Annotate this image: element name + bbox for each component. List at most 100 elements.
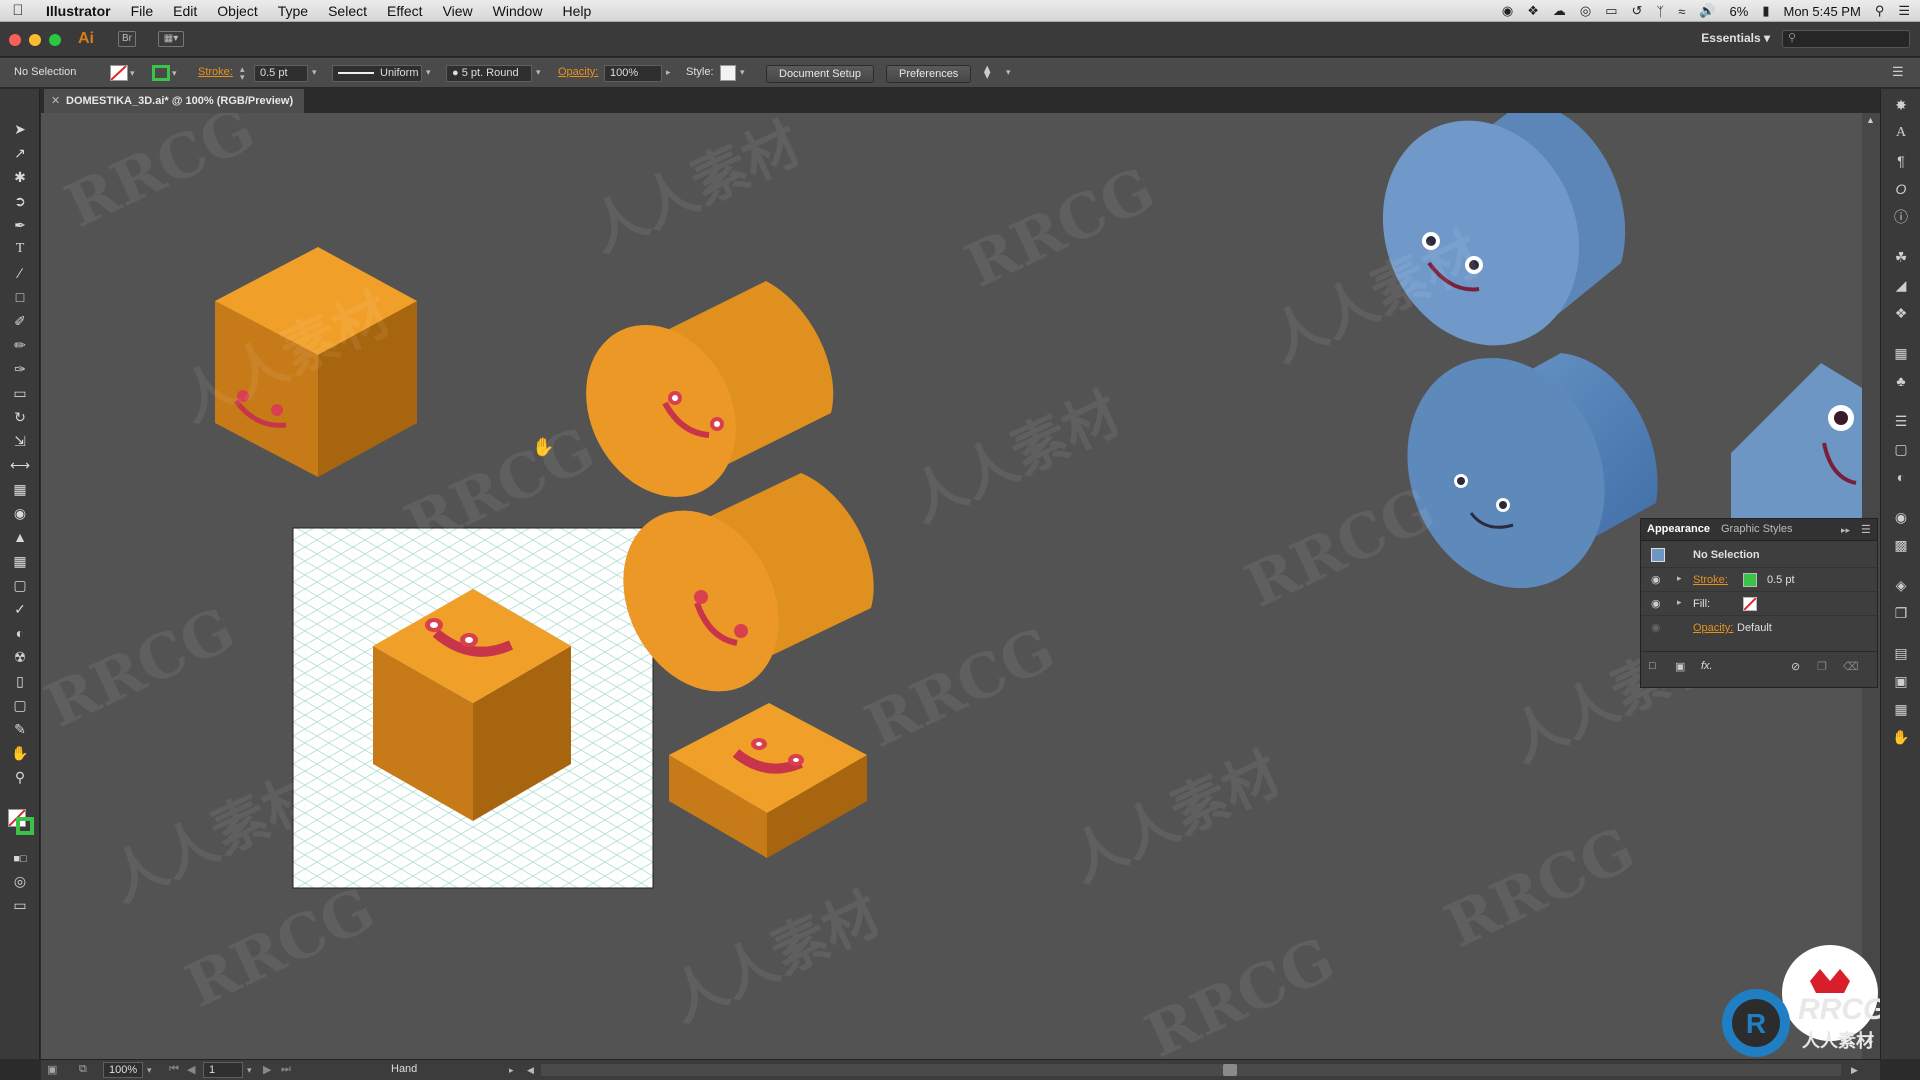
transform-panel-icon[interactable]: ▣ [1891,671,1911,691]
screen-mode-icon[interactable]: ▭ [10,895,30,915]
artwork[interactable]: ✋ [41,113,1862,1059]
menu-effect[interactable]: Effect [377,3,433,19]
stroke-color-swatch[interactable] [1743,573,1757,587]
expand-arrow-icon[interactable]: ▸ [1677,597,1682,608]
stroke-swatch[interactable] [152,65,170,81]
column-graph-tool-icon[interactable]: ▯ [10,671,30,691]
clock[interactable]: Mon 5:45 PM [1783,4,1860,19]
type-tool-icon[interactable]: T [10,239,30,259]
opacity-attribute-label[interactable]: Opacity: [1693,622,1733,634]
lasso-tool-icon[interactable]: ➲ [10,191,30,211]
close-window-button[interactable] [9,34,21,46]
mesh-tool-icon[interactable]: ▦ [10,551,30,571]
slice-tool-icon[interactable]: ✎ [10,719,30,739]
align-panel-icon[interactable]: ▩ [1891,535,1911,555]
appearance-fill-row[interactable]: ◉ ▸ Fill: [1641,591,1877,615]
menu-type[interactable]: Type [268,3,318,19]
brushes-panel-icon[interactable]: ☘ [1891,247,1911,267]
panel-menu-icon[interactable]: ☰ [1861,523,1871,536]
zoom-level-field[interactable]: 100% [103,1062,143,1078]
stroke-stepper-icon[interactable]: ▴ ▾ [240,65,245,82]
blend-tool-icon[interactable]: ◐ [10,623,30,643]
gradient-panel-icon[interactable]: ▢ [1891,439,1911,459]
stroke-dropdown-icon[interactable]: ▾ [172,68,177,79]
cloud-icon[interactable]: ☁ [1553,3,1566,19]
paragraph-panel-icon[interactable]: ¶ [1891,151,1911,171]
selection-tool-icon[interactable]: ➤ [10,119,30,139]
menu-app-name[interactable]: Illustrator [36,3,121,19]
collapse-panel-icon[interactable]: ▸▸ [1841,525,1850,536]
stroke-weight-dropdown-icon[interactable]: ▾ [312,67,317,78]
zoom-tool-icon[interactable]: ⚲ [10,767,30,787]
appearance-panel-icon[interactable]: ◉ [1891,507,1911,527]
menu-help[interactable]: Help [552,3,601,19]
add-new-stroke-icon[interactable]: □ [1649,660,1656,672]
appearance-stroke-row[interactable]: ◉ ▸ Stroke: 0.5 pt [1641,567,1877,591]
visibility-eye-icon[interactable]: ◉ [1651,621,1661,634]
scroll-right-icon[interactable]: ▶ [1851,1065,1858,1076]
shape-builder-tool-icon[interactable]: ◉ [10,503,30,523]
arrange-icon[interactable]: ⧫ [984,64,990,80]
battery-icon[interactable]: ▮ [1762,3,1769,19]
brush-definition-select[interactable]: ● 5 pt. Round [446,65,532,82]
eyedropper-tool-icon[interactable]: ✓ [10,599,30,619]
pencil-tool-icon[interactable]: ✏ [10,335,30,355]
graphic-styles-panel-icon[interactable]: ❖ [1891,303,1911,323]
tab-appearance[interactable]: Appearance [1647,523,1710,535]
zoom-window-button[interactable] [49,34,61,46]
time-machine-icon[interactable]: ↺ [1631,3,1642,19]
scroll-up-icon[interactable]: ▲ [1866,115,1875,125]
horizontal-scroll-thumb[interactable] [1223,1064,1237,1076]
apple-menu-icon[interactable]:  [0,2,36,19]
variable-width-profile-select[interactable]: Uniform [332,65,422,82]
fill-color-swatch[interactable] [1743,597,1757,611]
stroke-label[interactable]: Stroke: [198,66,233,78]
brush-dropdown-icon[interactable]: ▾ [536,67,541,78]
dropbox-icon[interactable]: ❖ [1527,3,1539,19]
gradient-tool-icon[interactable]: ▢ [10,575,30,595]
swatches-panel-icon[interactable]: ▦ [1891,343,1911,363]
menu-object[interactable]: Object [207,3,267,19]
first-artboard-icon[interactable]: ⏮ [169,1063,179,1076]
drawing-mode-icon[interactable]: ◎ [10,871,30,891]
opacity-field[interactable]: 100% [604,65,662,82]
artboard-canvas[interactable]: ✋ RRCG 人人素材 RRCG 人人素材 人人素材 RRCG 人人素材 RRC… [41,113,1862,1059]
character-panel-icon[interactable]: A [1891,123,1911,143]
links-panel-icon[interactable]: ▦ [1891,699,1911,719]
width-tool-icon[interactable]: ⟷ [10,455,30,475]
creative-cloud-icon[interactable]: ◎ [1580,3,1591,19]
visibility-eye-icon[interactable]: ◉ [1651,597,1661,610]
graphic-style-swatch[interactable] [720,65,736,81]
hand-tool-icon[interactable]: ✋ [10,743,30,763]
stroke-panel-icon[interactable]: ☰ [1891,411,1911,431]
touch-type-panel-icon[interactable]: ✋ [1891,727,1911,747]
rotate-tool-icon[interactable]: ↻ [10,407,30,427]
opentype-panel-icon[interactable]: O [1891,179,1911,199]
free-transform-tool-icon[interactable]: ▦ [10,479,30,499]
stroke-weight-field[interactable]: 0.5 pt [254,65,308,82]
perspective-grid-tool-icon[interactable]: ▲ [10,527,30,547]
symbol-sprayer-tool-icon[interactable]: ☢ [10,647,30,667]
paintbrush-tool-icon[interactable]: ✐ [10,311,30,331]
orange-slab[interactable] [669,703,867,858]
control-panel-menu-icon[interactable]: ☰ [1892,64,1904,80]
notification-center-icon[interactable]: ☰ [1898,3,1910,19]
artboard-number-field[interactable]: 1 [203,1062,243,1078]
workspace-switcher[interactable]: Essentials ▾ [1701,31,1770,45]
layers-panel-icon[interactable]: ◈ [1891,575,1911,595]
battery-percent[interactable]: 6% [1730,4,1749,19]
tab-graphic-styles[interactable]: Graphic Styles [1721,523,1793,535]
artboard[interactable] [292,527,654,889]
color-panel-icon[interactable]: ✸ [1891,95,1911,115]
scroll-left-icon[interactable]: ◀ [527,1065,534,1076]
airplay-icon[interactable]: ▭ [1605,3,1617,19]
view-mode-icon[interactable]: ▣ [47,1063,57,1076]
bridge-button[interactable]: Br [118,31,136,47]
help-search-input[interactable]: ⚲ [1782,30,1910,48]
transparency-panel-icon[interactable]: ◐ [1891,467,1911,487]
horizontal-scrollbar[interactable] [541,1064,1841,1076]
blue-cube-partial[interactable] [1731,363,1862,533]
fill-swatch[interactable] [110,65,128,81]
rectangle-tool-icon[interactable]: □ [10,287,30,307]
magic-wand-tool-icon[interactable]: ✱ [10,167,30,187]
